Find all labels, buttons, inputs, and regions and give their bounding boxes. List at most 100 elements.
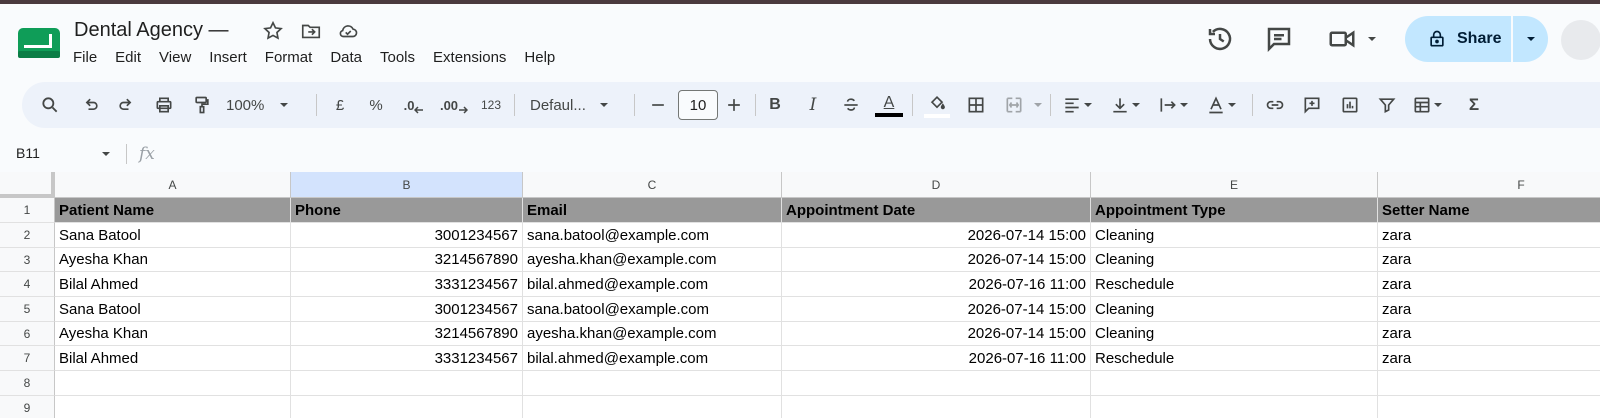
meet-dropdown-icon[interactable] [1366, 33, 1378, 45]
cell-setter-name[interactable]: zara [1378, 248, 1600, 272]
comments-icon[interactable] [1264, 24, 1294, 54]
cell-email[interactable]: ayesha.khan@example.com [523, 248, 782, 272]
share-dropdown-button[interactable] [1513, 16, 1548, 62]
menu-data[interactable]: Data [321, 47, 371, 68]
cell-appointment-type[interactable]: Reschedule [1091, 346, 1378, 371]
undo-button[interactable] [77, 82, 105, 128]
select-all-corner[interactable] [0, 172, 55, 198]
column-header-c[interactable]: C [523, 172, 782, 198]
cell-patient-name[interactable]: Bilal Ahmed [55, 272, 291, 297]
cell-appointment-type[interactable]: Reschedule [1091, 272, 1378, 297]
increase-font-size-button[interactable] [722, 82, 746, 128]
column-header-b[interactable]: B [291, 172, 523, 198]
create-filter-button[interactable] [1374, 82, 1400, 128]
cell-patient-name[interactable]: Sana Batool [55, 223, 291, 248]
version-history-icon[interactable] [1205, 24, 1235, 54]
cell-setter-name[interactable]: zara [1378, 272, 1600, 297]
empty-cell[interactable] [782, 396, 1091, 418]
cell-phone[interactable]: 3331234567 [291, 346, 523, 371]
zoom-select[interactable]: 100% [226, 82, 312, 128]
strikethrough-button[interactable] [839, 82, 863, 128]
menu-edit[interactable]: Edit [106, 47, 150, 68]
text-color-button[interactable]: A [874, 82, 904, 128]
menu-extensions[interactable]: Extensions [424, 47, 515, 68]
column-header-d[interactable]: D [782, 172, 1091, 198]
insert-chart-button[interactable] [1337, 82, 1363, 128]
header-cell-appointment-type[interactable]: Appointment Type [1091, 198, 1378, 223]
merge-dropdown-icon[interactable] [1032, 99, 1044, 111]
paint-format-button[interactable] [188, 82, 216, 128]
empty-cell[interactable] [1378, 371, 1600, 396]
row-header-1[interactable]: 1 [0, 198, 55, 223]
cell-phone[interactable]: 3214567890 [291, 322, 523, 346]
row-header-9[interactable]: 9 [0, 396, 55, 418]
format-percent-button[interactable]: % [364, 82, 388, 128]
star-icon[interactable] [262, 20, 284, 42]
menu-view[interactable]: View [150, 47, 200, 68]
empty-cell[interactable] [55, 396, 291, 418]
cell-email[interactable]: ayesha.khan@example.com [523, 322, 782, 346]
cell-phone[interactable]: 3001234567 [291, 297, 523, 322]
decrease-font-size-button[interactable] [646, 82, 670, 128]
cell-appointment-type[interactable]: Cleaning [1091, 223, 1378, 248]
name-box[interactable]: B11 [16, 145, 40, 161]
vertical-align-button[interactable] [1106, 82, 1146, 128]
filter-views-button[interactable] [1408, 82, 1448, 128]
menu-insert[interactable]: Insert [200, 47, 256, 68]
cell-appointment-date[interactable]: 2026-07-16 11:00 [782, 346, 1091, 371]
font-size-input[interactable]: 10 [678, 90, 718, 120]
document-title[interactable]: Dental Agency — [74, 19, 229, 42]
cell-setter-name[interactable]: zara [1378, 346, 1600, 371]
functions-button[interactable]: Σ [1462, 82, 1486, 128]
cell-phone[interactable]: 3001234567 [291, 223, 523, 248]
more-formats-button[interactable]: 123 [476, 82, 506, 128]
cell-appointment-date[interactable]: 2026-07-14 15:00 [782, 322, 1091, 346]
borders-button[interactable] [964, 82, 988, 128]
row-header-5[interactable]: 5 [0, 297, 55, 322]
empty-cell[interactable] [1091, 371, 1378, 396]
row-header-2[interactable]: 2 [0, 223, 55, 248]
row-header-7[interactable]: 7 [0, 346, 55, 371]
cell-setter-name[interactable]: zara [1378, 223, 1600, 248]
empty-cell[interactable] [782, 371, 1091, 396]
cell-patient-name[interactable]: Ayesha Khan [55, 248, 291, 272]
move-folder-icon[interactable] [300, 20, 322, 42]
cell-appointment-type[interactable]: Cleaning [1091, 248, 1378, 272]
print-button[interactable] [150, 82, 178, 128]
empty-cell[interactable] [1091, 396, 1378, 418]
empty-cell[interactable] [291, 396, 523, 418]
menu-file[interactable]: File [64, 47, 106, 68]
cell-email[interactable]: bilal.ahmed@example.com [523, 272, 782, 297]
meet-video-icon[interactable] [1327, 24, 1357, 54]
empty-cell[interactable] [55, 371, 291, 396]
column-header-e[interactable]: E [1091, 172, 1378, 198]
column-header-a[interactable]: A [55, 172, 291, 198]
menu-help[interactable]: Help [515, 47, 564, 68]
name-box-dropdown-icon[interactable] [100, 148, 112, 160]
empty-cell[interactable] [291, 371, 523, 396]
cell-appointment-date[interactable]: 2026-07-14 15:00 [782, 223, 1091, 248]
cell-email[interactable]: bilal.ahmed@example.com [523, 346, 782, 371]
cell-patient-name[interactable]: Bilal Ahmed [55, 346, 291, 371]
column-header-f[interactable]: F [1378, 172, 1600, 198]
sheets-logo[interactable] [18, 28, 60, 58]
text-rotation-button[interactable] [1202, 82, 1242, 128]
empty-cell[interactable] [523, 371, 782, 396]
cell-appointment-date[interactable]: 2026-07-16 11:00 [782, 272, 1091, 297]
cell-appointment-date[interactable]: 2026-07-14 15:00 [782, 248, 1091, 272]
cell-appointment-type[interactable]: Cleaning [1091, 322, 1378, 346]
cell-email[interactable]: sana.batool@example.com [523, 297, 782, 322]
merge-cells-button[interactable] [1002, 82, 1026, 128]
header-cell-appointment-date[interactable]: Appointment Date [782, 198, 1091, 223]
fill-color-button[interactable] [924, 82, 950, 128]
avatar[interactable] [1561, 20, 1600, 60]
bold-button[interactable]: B [763, 82, 787, 128]
insert-comment-button[interactable] [1299, 82, 1325, 128]
cell-patient-name[interactable]: Sana Batool [55, 297, 291, 322]
header-cell-phone[interactable]: Phone [291, 198, 523, 223]
cell-patient-name[interactable]: Ayesha Khan [55, 322, 291, 346]
empty-cell[interactable] [1378, 396, 1600, 418]
text-wrapping-button[interactable] [1154, 82, 1194, 128]
cell-setter-name[interactable]: zara [1378, 297, 1600, 322]
insert-link-button[interactable] [1262, 82, 1288, 128]
